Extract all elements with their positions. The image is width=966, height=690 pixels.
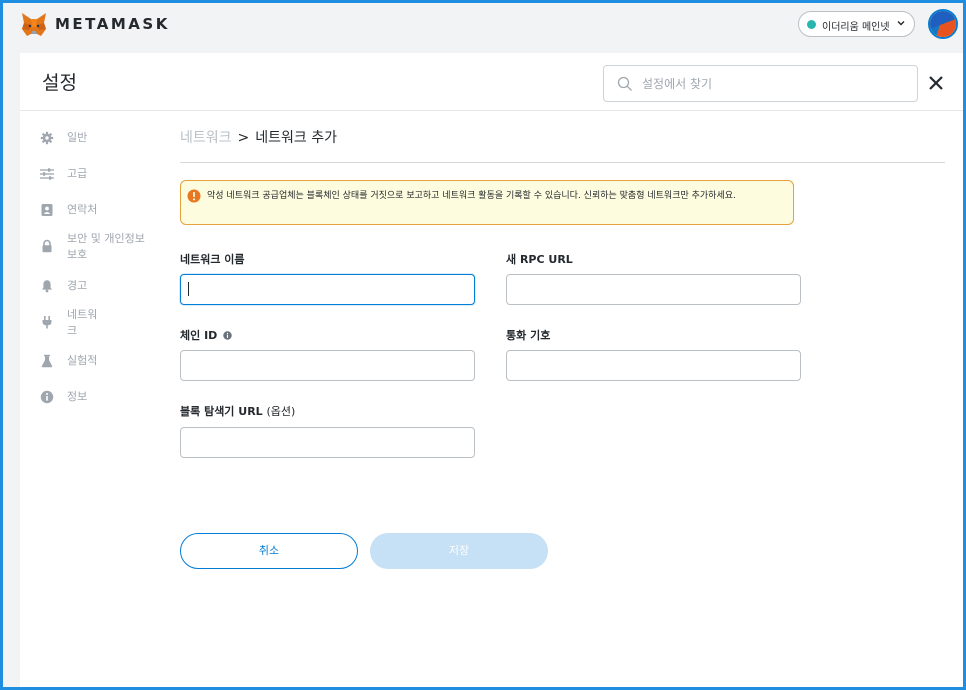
info-icon[interactable] [223, 331, 232, 340]
save-button[interactable]: 저장 [370, 533, 548, 569]
sidebar-item-label: 실험적 [67, 354, 98, 367]
info-icon [40, 390, 54, 404]
settings-search[interactable] [603, 65, 918, 102]
account-avatar[interactable] [928, 9, 958, 39]
explorer-url-label-row: 블록 탐색기 URL (옵션) [180, 403, 295, 419]
network-status-dot [807, 20, 816, 29]
currency-symbol-input[interactable] [506, 350, 801, 381]
text-caret [188, 282, 189, 296]
plug-icon [42, 316, 52, 329]
chain-id-label-row: 체인 ID [180, 327, 232, 343]
chain-id-label: 체인 ID [180, 329, 218, 342]
search-input[interactable] [642, 66, 907, 101]
app-window: METAMASK 이더리움 메인넷 설정 설정에서 찾기 일반 고급 연락처 보… [3, 3, 963, 687]
close-icon[interactable] [928, 75, 944, 91]
page-title: 설정 [42, 72, 77, 94]
network-label: 이더리움 메인넷 [822, 22, 890, 33]
warning-icon [187, 189, 201, 203]
settings-header: 설정 [20, 53, 963, 111]
sliders-icon [40, 168, 54, 180]
sidebar-item-label: 보안 및 개인정보 보호 [67, 232, 145, 261]
search-icon [617, 76, 632, 91]
identicon-icon [930, 11, 956, 37]
sidebar-item-label: 경고 [67, 279, 88, 292]
breadcrumb-separator: > [237, 130, 250, 146]
metamask-fox-icon[interactable] [20, 11, 48, 39]
chain-id-input[interactable] [180, 350, 475, 381]
breadcrumb: 네트워크 > 네트워크 추가 [180, 127, 337, 147]
lock-icon [42, 239, 52, 253]
brand-wordmark: METAMASK [55, 15, 170, 33]
gear-icon [40, 131, 54, 145]
sidebar-item-label: 일반 [67, 131, 88, 144]
rpc-url-input[interactable] [506, 274, 801, 305]
breadcrumb-current: 네트워크 추가 [255, 130, 337, 146]
breadcrumb-networks-link[interactable]: 네트워크 [180, 130, 232, 146]
network-name-label: 네트워크 이름 [180, 253, 245, 266]
warning-text: 악성 네트워크 공급업체는 블록체인 상태를 거짓으로 보고하고 네트워크 활동… [207, 191, 736, 201]
bell-icon [42, 280, 52, 293]
cancel-button[interactable]: 취소 [180, 533, 358, 569]
explorer-url-label: 블록 탐색기 URL [180, 405, 263, 418]
sidebar-item-label: 고급 [67, 167, 88, 180]
flask-icon [41, 354, 53, 368]
settings-panel: 설정 설정에서 찾기 일반 고급 연락처 보안 및 개인정보 보호 경고 네트워… [20, 53, 963, 687]
network-name-wrapper [180, 274, 475, 305]
sidebar-item-label: 정보 [67, 390, 88, 403]
network-selector[interactable]: 이더리움 메인넷 [798, 11, 915, 37]
app-header: METAMASK 이더리움 메인넷 [3, 3, 963, 49]
divider [180, 162, 945, 163]
network-name-input[interactable] [180, 274, 475, 305]
warning-banner: 악성 네트워크 공급업체는 블록체인 상태를 거짓으로 보고하고 네트워크 활동… [180, 180, 794, 225]
contact-book-icon [41, 204, 53, 216]
rpc-url-label: 새 RPC URL [506, 253, 573, 266]
sidebar-item-label: 네트워크 [67, 308, 98, 337]
currency-symbol-label: 통화 기호 [506, 329, 551, 342]
explorer-url-input[interactable] [180, 427, 475, 458]
sidebar-item-label: 연락처 [67, 203, 98, 216]
chevron-down-icon [897, 21, 905, 26]
optional-label: (옵션) [266, 405, 296, 418]
